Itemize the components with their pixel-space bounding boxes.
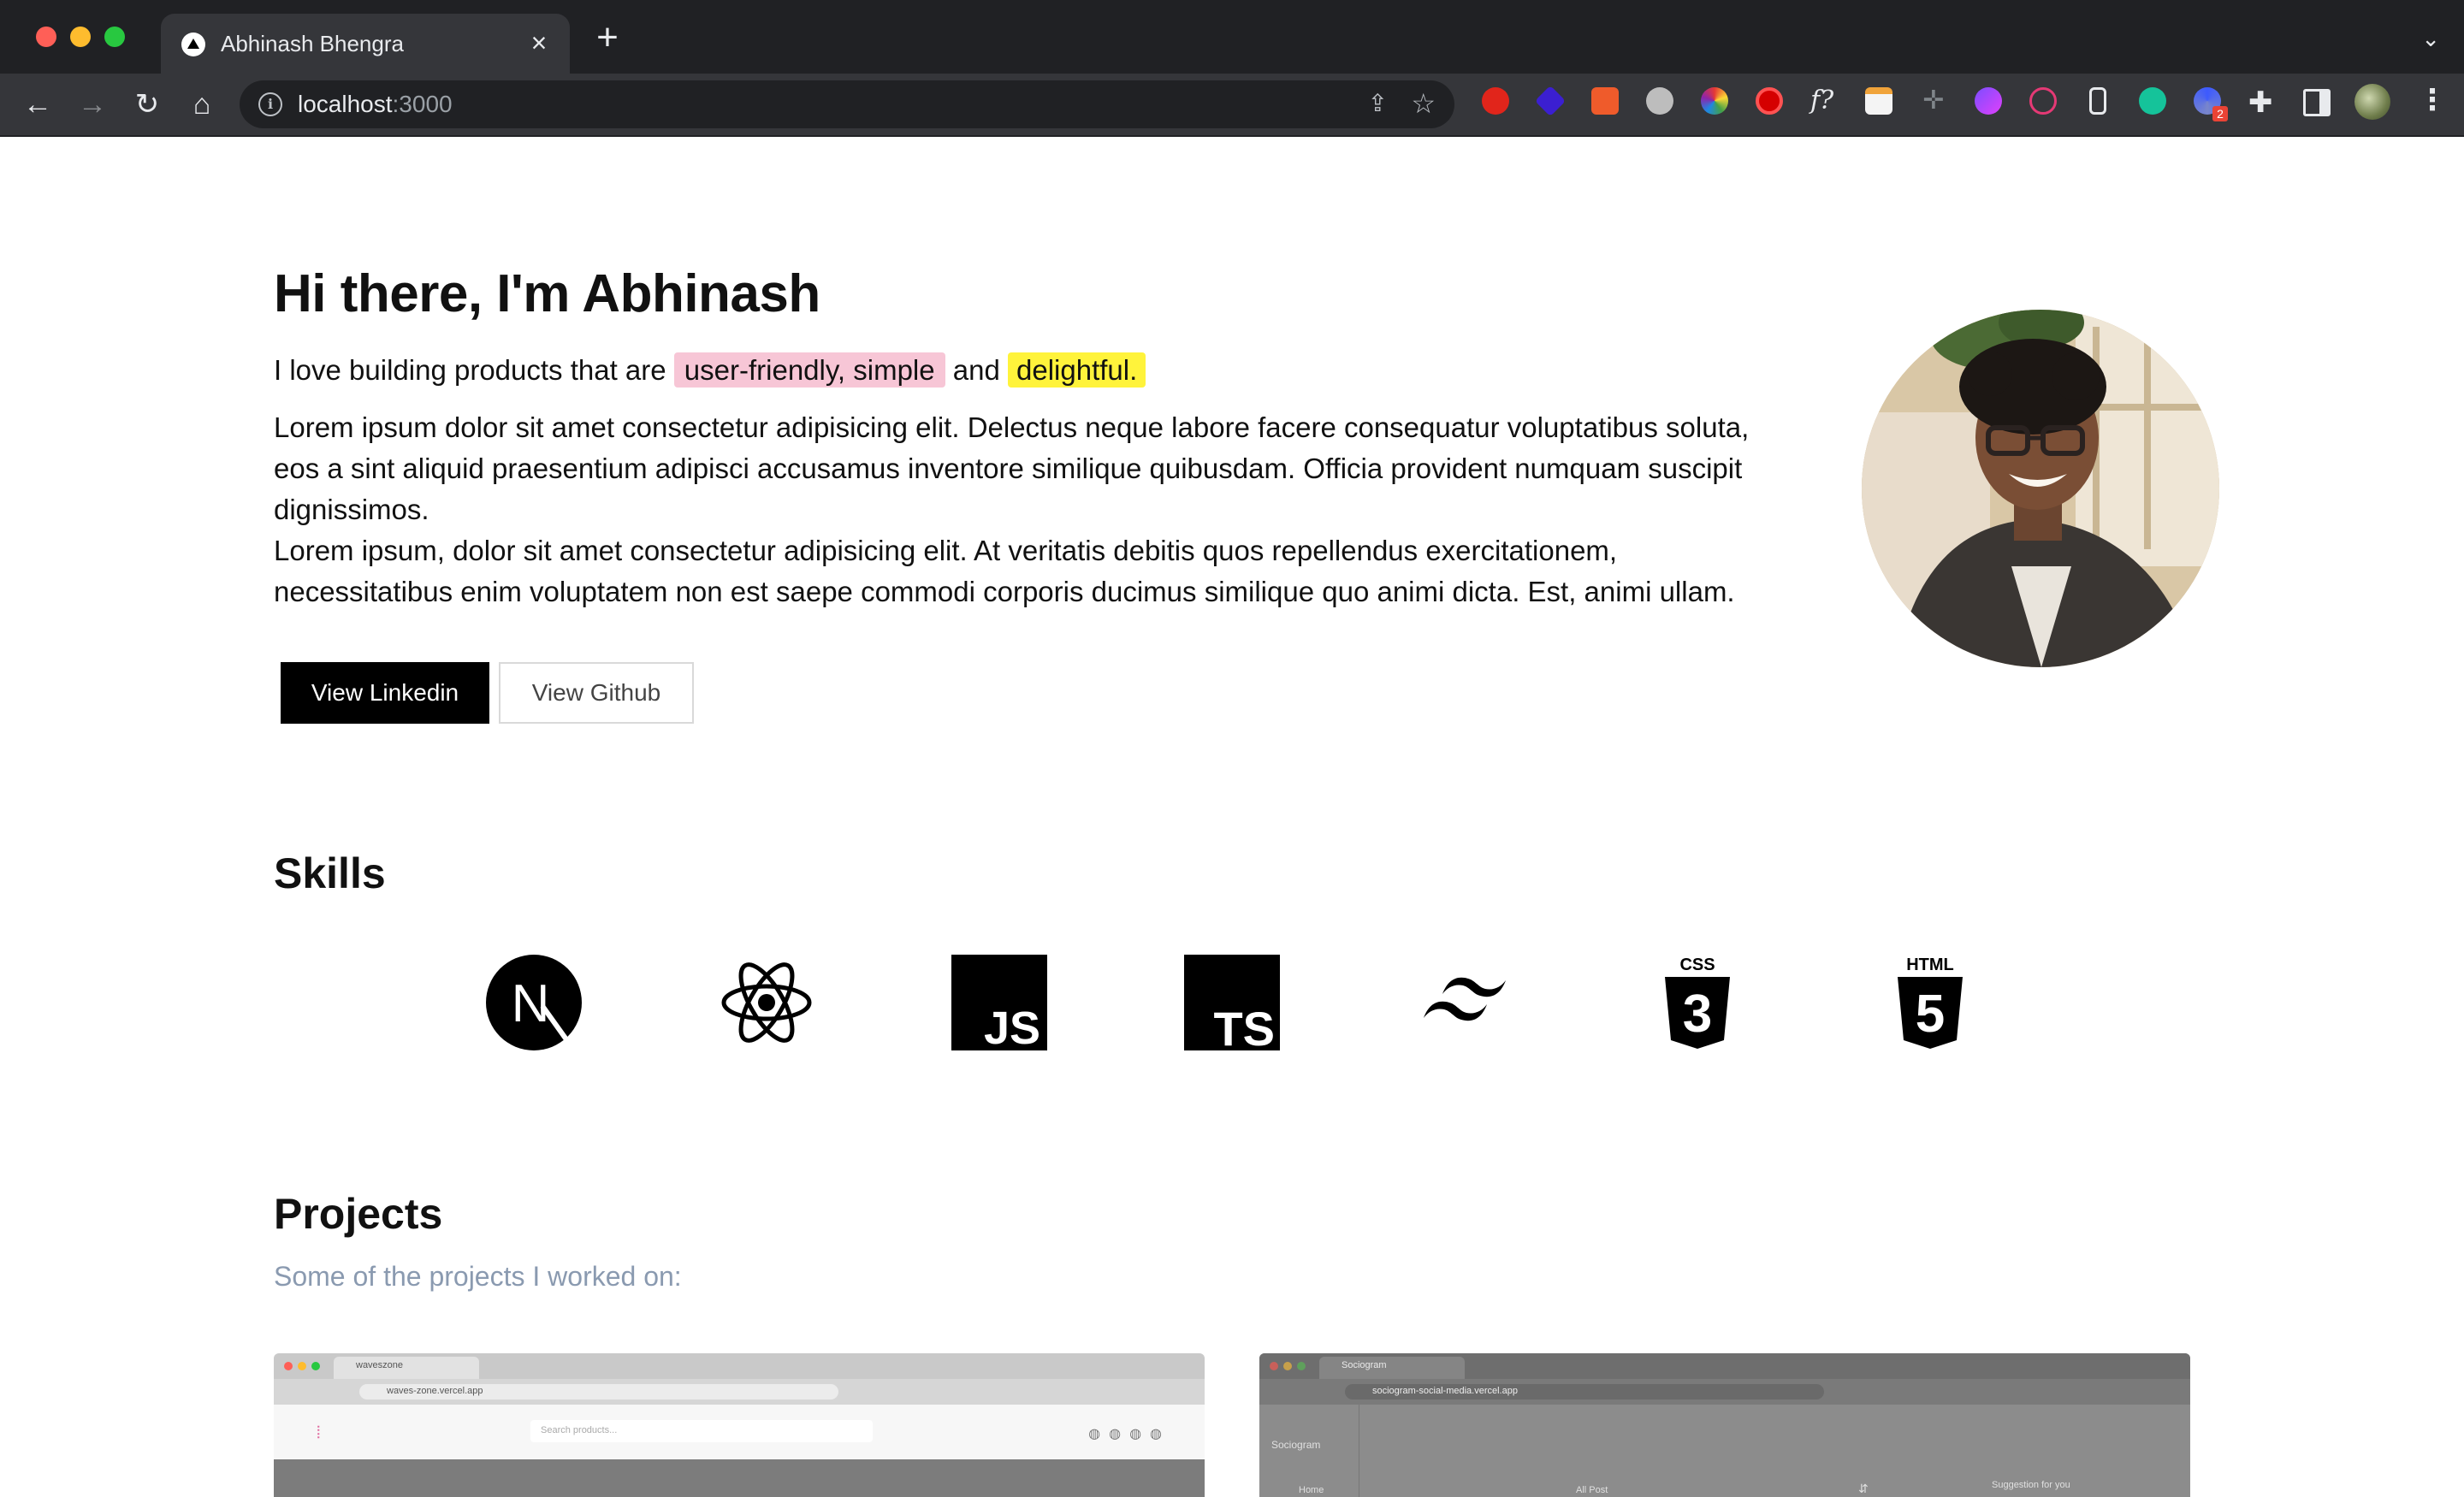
close-icon[interactable]: × — [524, 27, 554, 58]
projects-subtitle: Some of the projects I worked on: — [274, 1261, 682, 1292]
more-menu-icon[interactable]: ⋮ — [2418, 86, 2447, 115]
card-tab-title: waveszone — [356, 1360, 404, 1370]
address-bar[interactable]: i localhost:3000 ⇪ ☆ — [240, 80, 1454, 128]
maximize-window-button[interactable] — [104, 27, 125, 47]
css-version: 3 — [1683, 985, 1712, 1044]
card-dot — [298, 1362, 306, 1370]
html-label: HTML — [1906, 956, 1954, 974]
extension-device-icon[interactable] — [2089, 87, 2106, 115]
forward-arrow-icon[interactable]: → — [74, 86, 111, 123]
tab-title: Abhinash Bhengra — [221, 31, 404, 56]
card-dot — [311, 1362, 320, 1370]
card-brand: Sociogram — [1271, 1439, 1321, 1451]
site-info-icon[interactable]: i — [258, 92, 282, 116]
highlight-user-friendly: user-friendly, simple — [673, 352, 945, 388]
extension-grammarly-icon[interactable] — [2139, 87, 2166, 115]
bio-paragraph-1: Lorem ipsum dolor sit amet consectetur a… — [274, 411, 1750, 525]
home-icon[interactable]: ⌂ — [183, 86, 221, 123]
html-version: 5 — [1916, 985, 1945, 1044]
card-header-icons: ◍◍◍◍ — [1088, 1427, 1170, 1441]
card-nav-home: Home — [1299, 1485, 1324, 1495]
react-icon — [719, 955, 814, 1050]
extension-record-icon[interactable] — [1756, 87, 1783, 115]
project-card-sociogram[interactable]: Sociogram sociogram-social-media.vercel.… — [1259, 1353, 2190, 1497]
tailwind-icon — [1417, 955, 1513, 1050]
card-dot — [1283, 1362, 1292, 1370]
javascript-icon: JS — [951, 955, 1047, 1054]
js-label: JS — [984, 1003, 1040, 1050]
extension-badge: 2 — [2212, 106, 2228, 121]
ts-label: TS — [1213, 1002, 1275, 1050]
view-github-button[interactable]: View Github — [499, 662, 694, 724]
back-arrow-icon[interactable]: ← — [19, 86, 56, 123]
card-sidebar — [1259, 1405, 1359, 1497]
minimize-window-button[interactable] — [70, 27, 91, 47]
extension-play-icon[interactable] — [2029, 87, 2057, 115]
extension-ruler-icon[interactable]: ✛ — [1920, 87, 1947, 115]
browser-tab[interactable]: Abhinash Bhengra × — [161, 14, 570, 74]
card-dot — [1270, 1362, 1278, 1370]
side-panel-icon[interactable] — [2303, 89, 2331, 116]
card-dot — [1297, 1362, 1306, 1370]
extension-color-picker-icon[interactable] — [1701, 87, 1728, 115]
card-feed-title: All Post — [1576, 1485, 1608, 1495]
extension-gear-icon[interactable] — [1646, 87, 1673, 115]
extension-fonts-icon[interactable]: f? — [1810, 87, 1838, 115]
hero-tagline: I love building products that are user-f… — [274, 352, 1146, 388]
profile-avatar[interactable] — [2354, 84, 2390, 120]
view-linkedin-button[interactable]: View Linkedin — [281, 662, 489, 724]
highlight-delightful: delightful. — [1008, 352, 1146, 388]
typescript-icon: TS — [1184, 955, 1280, 1056]
url-text: localhost:3000 — [298, 91, 453, 117]
browser-titlebar: Abhinash Bhengra × + ⌄ — [0, 0, 2464, 74]
card-dot — [284, 1362, 293, 1370]
hero-bio: Lorem ipsum dolor sit amet consectetur a… — [274, 407, 1797, 612]
nextjs-letter: N — [512, 974, 550, 1033]
html5-icon: HTML 5 — [1882, 955, 1978, 1050]
css3-icon: CSS 3 — [1650, 955, 1745, 1050]
new-tab-button[interactable]: + — [590, 19, 625, 56]
waves-logo-icon: ⦙ — [317, 1423, 321, 1442]
extension-purple-icon[interactable] — [1975, 87, 2002, 115]
project-card-waveszone[interactable]: waveszone waves-zone.vercel.app ⦙ Search… — [274, 1353, 1205, 1497]
extension-orange-icon[interactable] — [1591, 87, 1619, 115]
card-search-placeholder: Search products... — [541, 1425, 618, 1435]
close-window-button[interactable] — [36, 27, 56, 47]
hero-heading: Hi there, I'm Abhinash — [274, 264, 820, 323]
projects-heading: Projects — [274, 1190, 443, 1238]
page-content: Hi there, I'm Abhinash I love building p… — [0, 135, 2464, 1497]
nextjs-icon: N — [486, 955, 582, 1050]
css-label: CSS — [1679, 956, 1715, 974]
card-filter-icon: ⇵ — [1858, 1482, 1869, 1495]
skills-heading: Skills — [274, 849, 386, 897]
chevron-down-icon[interactable]: ⌄ — [2421, 26, 2440, 52]
card-hero-banner — [274, 1459, 1205, 1497]
card-tab-title: Sociogram — [1342, 1360, 1387, 1370]
bookmark-star-icon[interactable]: ☆ — [1411, 87, 1436, 120]
share-icon[interactable]: ⇪ — [1368, 89, 1388, 117]
card-url: waves-zone.vercel.app — [387, 1386, 483, 1396]
bio-paragraph-2: Lorem ipsum, dolor sit amet consectetur … — [274, 535, 1735, 607]
extension-adblock-icon[interactable] — [1482, 87, 1509, 115]
extensions-puzzle-icon[interactable]: ✚ — [2248, 86, 2273, 120]
card-suggestion-title: Suggestion for you — [1992, 1480, 2070, 1490]
card-url: sociogram-social-media.vercel.app — [1372, 1386, 1518, 1396]
reload-icon[interactable]: ↻ — [128, 86, 166, 123]
vercel-favicon-icon — [181, 33, 205, 56]
extension-notes-icon[interactable] — [1865, 87, 1892, 115]
profile-photo — [1862, 310, 2219, 667]
